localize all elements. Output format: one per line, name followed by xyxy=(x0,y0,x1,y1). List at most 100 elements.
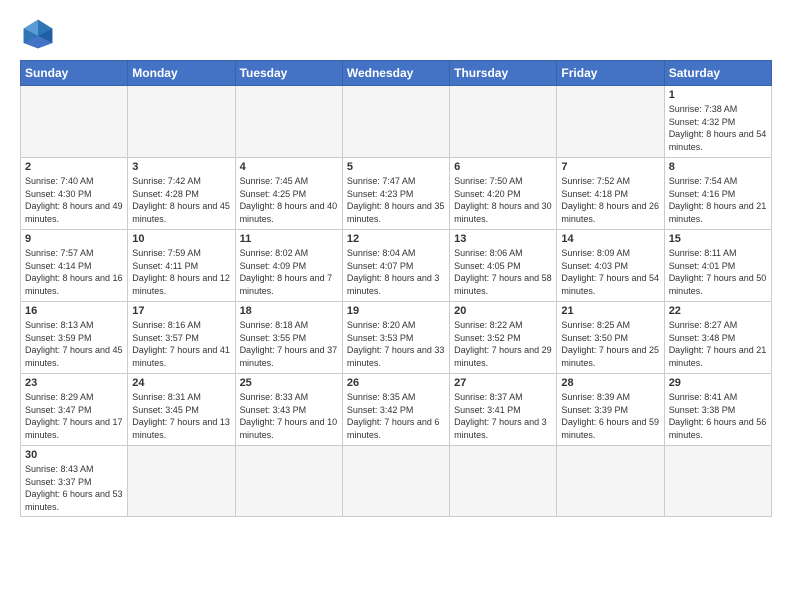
calendar-week-row: 30Sunrise: 8:43 AM Sunset: 3:37 PM Dayli… xyxy=(21,446,772,517)
calendar-cell xyxy=(342,446,449,517)
calendar-cell: 7 Sunrise: 7:52 AM Sunset: 4:18 PM Daylig… xyxy=(557,158,664,230)
day-info: Sunrise: 8:29 AM Sunset: 3:47 PM Dayligh… xyxy=(25,391,123,441)
day-number: 26 xyxy=(347,377,445,389)
day-info: Sunrise: 8:11 AM Sunset: 4:01 PM Dayligh… xyxy=(669,247,767,297)
calendar-cell: 14 Sunrise: 8:09 AM Sunset: 4:03 PM Dayli… xyxy=(557,230,664,302)
calendar-cell: 6Sunrise: 7:50 AM Sunset: 4:20 PM Daylig… xyxy=(450,158,557,230)
day-info: Sunrise: 7:57 AM Sunset: 4:14 PM Dayligh… xyxy=(25,247,123,297)
calendar-cell: 28Sunrise: 8:39 AM Sunset: 3:39 PM Dayli… xyxy=(557,374,664,446)
calendar-cell: 8 Sunrise: 7:54 AM Sunset: 4:16 PM Daylig… xyxy=(664,158,771,230)
day-info: Sunrise: 8:16 AM Sunset: 3:57 PM Dayligh… xyxy=(132,319,230,369)
day-info: Sunrise: 8:35 AM Sunset: 3:42 PM Dayligh… xyxy=(347,391,445,441)
calendar-cell: 30Sunrise: 8:43 AM Sunset: 3:37 PM Dayli… xyxy=(21,446,128,517)
day-number: 25 xyxy=(240,377,338,389)
calendar-cell: 19Sunrise: 8:20 AM Sunset: 3:53 PM Dayli… xyxy=(342,302,449,374)
day-number: 20 xyxy=(454,305,552,317)
weekday-header-monday: Monday xyxy=(128,61,235,86)
calendar-week-row: 1 Sunrise: 7:38 AM Sunset: 4:32 PM Daylig… xyxy=(21,86,772,158)
calendar-cell xyxy=(128,446,235,517)
calendar-cell xyxy=(128,86,235,158)
day-number: 21 xyxy=(561,305,659,317)
calendar-cell: 21 Sunrise: 8:25 AM Sunset: 3:50 PM Dayli… xyxy=(557,302,664,374)
calendar-cell: 3Sunrise: 7:42 AM Sunset: 4:28 PM Daylig… xyxy=(128,158,235,230)
calendar-cell xyxy=(664,446,771,517)
calendar-week-row: 23 Sunrise: 8:29 AM Sunset: 3:47 PM Dayli… xyxy=(21,374,772,446)
calendar-cell: 22 Sunrise: 8:27 AM Sunset: 3:48 PM Dayli… xyxy=(664,302,771,374)
calendar-cell: 17 Sunrise: 8:16 AM Sunset: 3:57 PM Dayli… xyxy=(128,302,235,374)
calendar-week-row: 9 Sunrise: 7:57 AM Sunset: 4:14 PM Daylig… xyxy=(21,230,772,302)
day-number: 29 xyxy=(669,377,767,389)
calendar-cell xyxy=(235,446,342,517)
day-number: 14 xyxy=(561,233,659,245)
day-info: Sunrise: 7:40 AM Sunset: 4:30 PM Dayligh… xyxy=(25,175,123,225)
calendar-week-row: 2Sunrise: 7:40 AM Sunset: 4:30 PM Daylig… xyxy=(21,158,772,230)
calendar-cell: 18 Sunrise: 8:18 AM Sunset: 3:55 PM Dayli… xyxy=(235,302,342,374)
calendar-cell: 25 Sunrise: 8:33 AM Sunset: 3:43 PM Dayli… xyxy=(235,374,342,446)
weekday-header-friday: Friday xyxy=(557,61,664,86)
header xyxy=(20,16,772,52)
day-info: Sunrise: 7:59 AM Sunset: 4:11 PM Dayligh… xyxy=(132,247,230,297)
day-number: 19 xyxy=(347,305,445,317)
day-info: Sunrise: 8:22 AM Sunset: 3:52 PM Dayligh… xyxy=(454,319,552,369)
day-info: Sunrise: 8:37 AM Sunset: 3:41 PM Dayligh… xyxy=(454,391,552,441)
day-info: Sunrise: 7:42 AM Sunset: 4:28 PM Dayligh… xyxy=(132,175,230,225)
page: SundayMondayTuesdayWednesdayThursdayFrid… xyxy=(0,0,792,612)
calendar-cell: 12Sunrise: 8:04 AM Sunset: 4:07 PM Dayli… xyxy=(342,230,449,302)
day-info: Sunrise: 8:39 AM Sunset: 3:39 PM Dayligh… xyxy=(561,391,659,441)
logo-icon xyxy=(20,16,56,52)
weekday-header-wednesday: Wednesday xyxy=(342,61,449,86)
calendar-cell: 26 Sunrise: 8:35 AM Sunset: 3:42 PM Dayli… xyxy=(342,374,449,446)
calendar-cell: 16 Sunrise: 8:13 AM Sunset: 3:59 PM Dayli… xyxy=(21,302,128,374)
day-number: 9 xyxy=(25,233,123,245)
day-info: Sunrise: 8:13 AM Sunset: 3:59 PM Dayligh… xyxy=(25,319,123,369)
day-number: 16 xyxy=(25,305,123,317)
day-info: Sunrise: 7:45 AM Sunset: 4:25 PM Dayligh… xyxy=(240,175,338,225)
day-number: 18 xyxy=(240,305,338,317)
calendar-cell: 1 Sunrise: 7:38 AM Sunset: 4:32 PM Daylig… xyxy=(664,86,771,158)
calendar-cell: 13Sunrise: 8:06 AM Sunset: 4:05 PM Dayli… xyxy=(450,230,557,302)
day-info: Sunrise: 8:41 AM Sunset: 3:38 PM Dayligh… xyxy=(669,391,767,441)
day-info: Sunrise: 7:38 AM Sunset: 4:32 PM Dayligh… xyxy=(669,103,767,153)
calendar-cell: 4 Sunrise: 7:45 AM Sunset: 4:25 PM Daylig… xyxy=(235,158,342,230)
calendar-cell: 5 Sunrise: 7:47 AM Sunset: 4:23 PM Daylig… xyxy=(342,158,449,230)
calendar-cell: 11 Sunrise: 8:02 AM Sunset: 4:09 PM Dayli… xyxy=(235,230,342,302)
day-number: 17 xyxy=(132,305,230,317)
day-info: Sunrise: 8:31 AM Sunset: 3:45 PM Dayligh… xyxy=(132,391,230,441)
weekday-header-row: SundayMondayTuesdayWednesdayThursdayFrid… xyxy=(21,61,772,86)
calendar-cell xyxy=(557,86,664,158)
day-number: 5 xyxy=(347,161,445,173)
day-number: 8 xyxy=(669,161,767,173)
calendar-cell: 10Sunrise: 7:59 AM Sunset: 4:11 PM Dayli… xyxy=(128,230,235,302)
day-number: 22 xyxy=(669,305,767,317)
day-info: Sunrise: 7:52 AM Sunset: 4:18 PM Dayligh… xyxy=(561,175,659,225)
day-number: 23 xyxy=(25,377,123,389)
day-info: Sunrise: 7:47 AM Sunset: 4:23 PM Dayligh… xyxy=(347,175,445,225)
calendar: SundayMondayTuesdayWednesdayThursdayFrid… xyxy=(20,60,772,517)
day-info: Sunrise: 8:09 AM Sunset: 4:03 PM Dayligh… xyxy=(561,247,659,297)
calendar-cell xyxy=(21,86,128,158)
calendar-cell xyxy=(235,86,342,158)
calendar-cell: 29 Sunrise: 8:41 AM Sunset: 3:38 PM Dayli… xyxy=(664,374,771,446)
day-number: 4 xyxy=(240,161,338,173)
day-info: Sunrise: 8:43 AM Sunset: 3:37 PM Dayligh… xyxy=(25,463,123,513)
day-number: 27 xyxy=(454,377,552,389)
day-info: Sunrise: 8:02 AM Sunset: 4:09 PM Dayligh… xyxy=(240,247,338,297)
calendar-cell: 27 Sunrise: 8:37 AM Sunset: 3:41 PM Dayli… xyxy=(450,374,557,446)
day-info: Sunrise: 8:18 AM Sunset: 3:55 PM Dayligh… xyxy=(240,319,338,369)
day-number: 7 xyxy=(561,161,659,173)
day-info: Sunrise: 8:25 AM Sunset: 3:50 PM Dayligh… xyxy=(561,319,659,369)
day-number: 11 xyxy=(240,233,338,245)
logo xyxy=(20,16,60,52)
calendar-cell: 2Sunrise: 7:40 AM Sunset: 4:30 PM Daylig… xyxy=(21,158,128,230)
day-info: Sunrise: 8:33 AM Sunset: 3:43 PM Dayligh… xyxy=(240,391,338,441)
day-info: Sunrise: 7:54 AM Sunset: 4:16 PM Dayligh… xyxy=(669,175,767,225)
calendar-cell: 23 Sunrise: 8:29 AM Sunset: 3:47 PM Dayli… xyxy=(21,374,128,446)
day-info: Sunrise: 8:27 AM Sunset: 3:48 PM Dayligh… xyxy=(669,319,767,369)
day-number: 15 xyxy=(669,233,767,245)
calendar-cell: 24Sunrise: 8:31 AM Sunset: 3:45 PM Dayli… xyxy=(128,374,235,446)
day-number: 6 xyxy=(454,161,552,173)
calendar-cell xyxy=(450,446,557,517)
calendar-cell xyxy=(342,86,449,158)
day-number: 1 xyxy=(669,89,767,101)
day-info: Sunrise: 8:06 AM Sunset: 4:05 PM Dayligh… xyxy=(454,247,552,297)
